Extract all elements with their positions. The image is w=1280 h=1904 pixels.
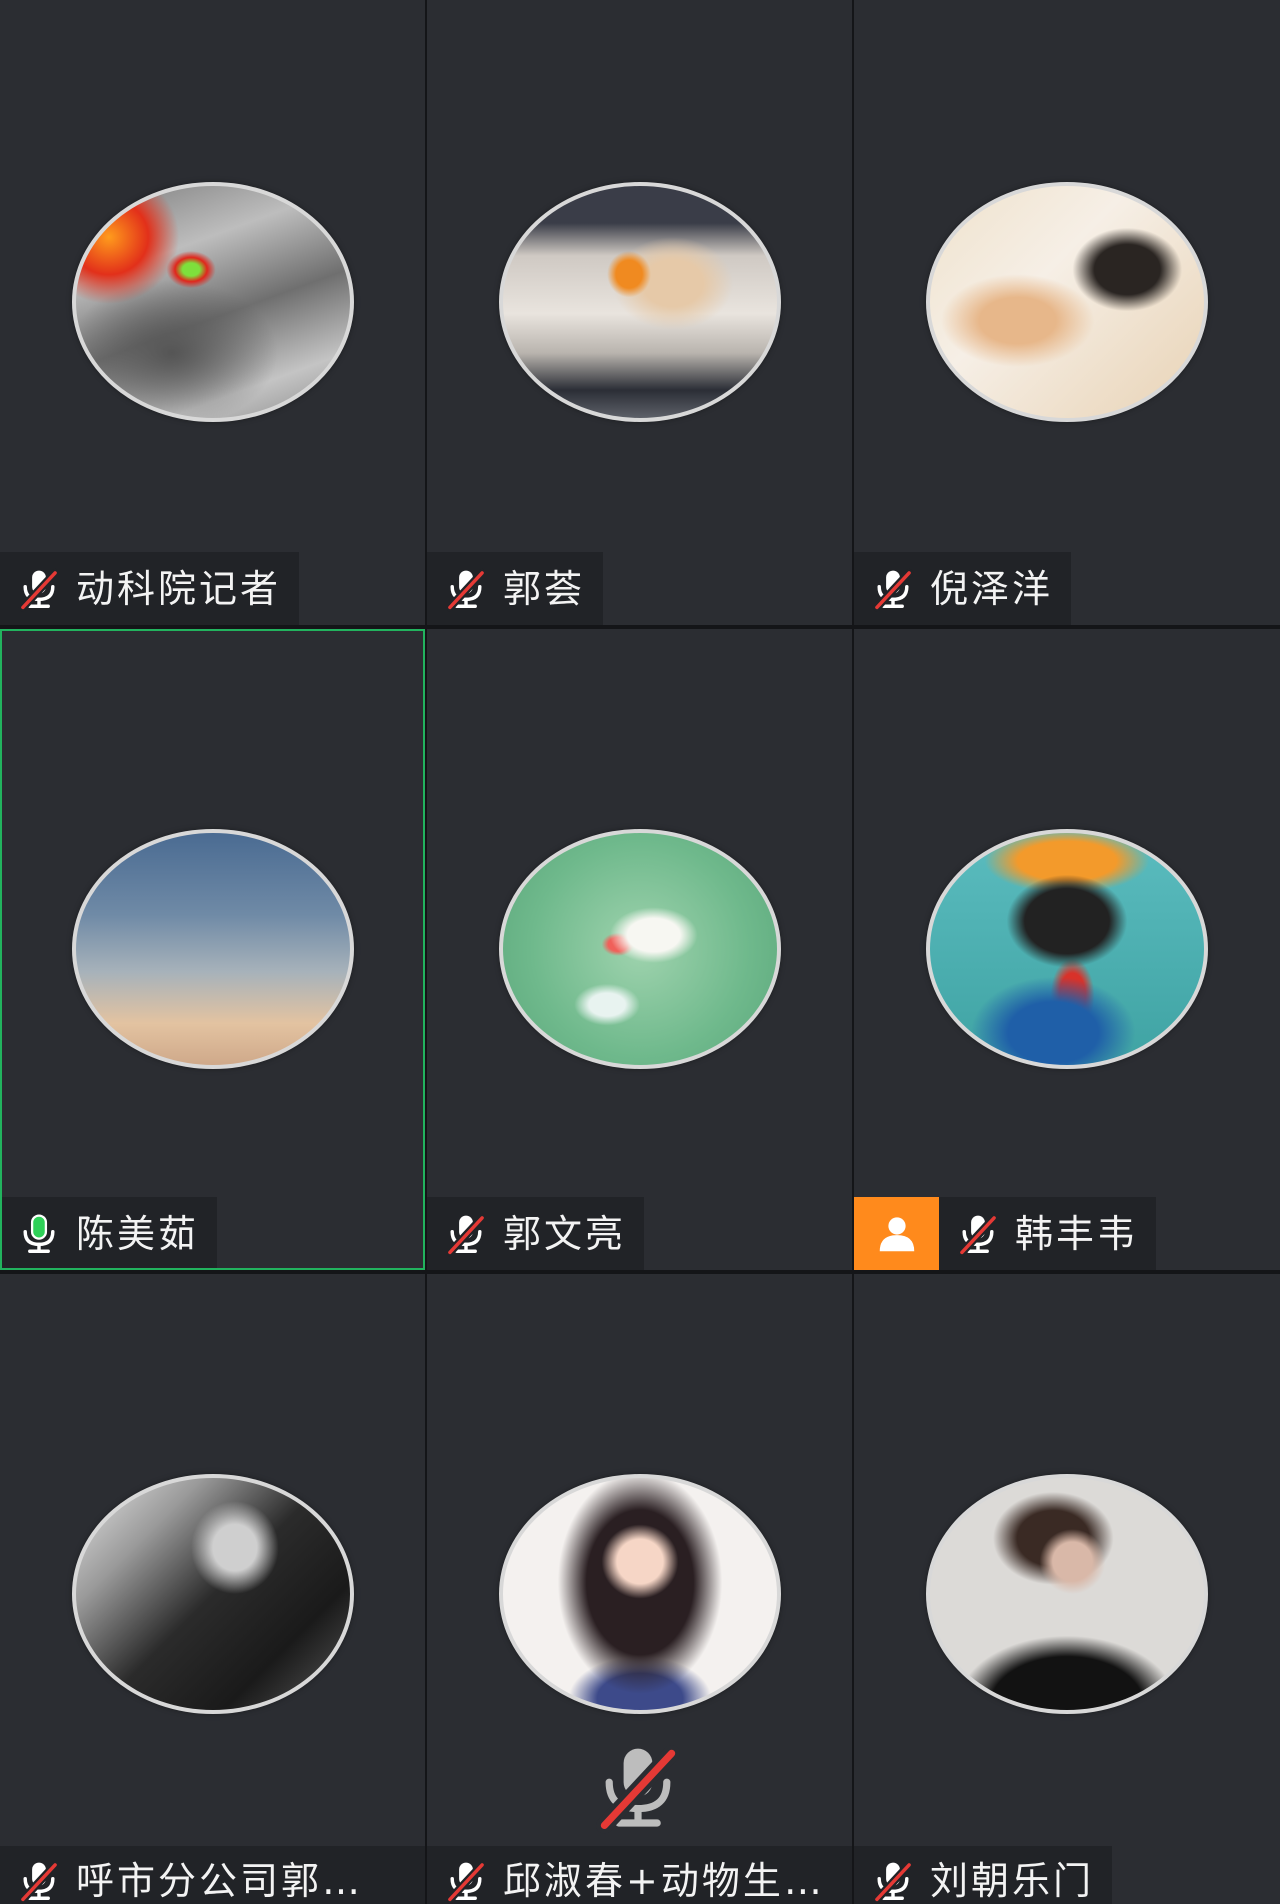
- participant-name: 陈美茹: [76, 1211, 200, 1256]
- avatar: [926, 829, 1208, 1069]
- avatar: [72, 182, 354, 422]
- participant-tile[interactable]: 郭文亮: [427, 629, 852, 1270]
- participant-label: 陈美茹: [0, 1197, 218, 1270]
- meeting-video-grid: 动科院记者 郭荟 倪泽洋 陈美茹 郭文亮 韩丰韦 呼市分公司郭… 邱淑春+动物生…: [0, 0, 1280, 1904]
- participant-label: 邱淑春+动物生…: [427, 1846, 852, 1904]
- participant-name: 倪泽洋: [930, 566, 1054, 611]
- participant-label: 呼市分公司郭…: [0, 1846, 425, 1904]
- mic-muted-icon[interactable]: [590, 1739, 686, 1835]
- avatar: [926, 182, 1208, 422]
- participant-name: 邱淑春+动物生…: [503, 1859, 825, 1903]
- participant-tile[interactable]: 呼市分公司郭…: [0, 1274, 425, 1904]
- participant-tile[interactable]: 刘朝乐门: [854, 1274, 1280, 1904]
- avatar: [926, 1474, 1208, 1714]
- mic-muted-icon: [870, 1858, 916, 1904]
- avatar: [72, 1474, 354, 1714]
- participant-name: 呼市分公司郭…: [76, 1859, 364, 1903]
- avatar: [499, 829, 781, 1069]
- person-icon: [874, 1211, 920, 1257]
- participant-name: 刘朝乐门: [930, 1859, 1095, 1903]
- person-badge: [854, 1197, 939, 1270]
- mic-muted-icon: [443, 1858, 489, 1904]
- mic-muted-icon: [870, 566, 916, 612]
- participant-tile[interactable]: 郭荟: [427, 0, 852, 625]
- participant-label: 动科院记者: [0, 552, 300, 625]
- participant-label: 倪泽洋: [854, 552, 1072, 625]
- participant-name: 郭文亮: [503, 1211, 627, 1256]
- participant-tile-active[interactable]: 陈美茹: [0, 629, 425, 1270]
- avatar: [72, 829, 354, 1069]
- participant-tile[interactable]: 倪泽洋: [854, 0, 1280, 625]
- mic-muted-icon: [443, 566, 489, 612]
- mic-muted-icon: [16, 1858, 62, 1904]
- participant-tile[interactable]: 动科院记者: [0, 0, 425, 625]
- participant-label: 刘朝乐门: [854, 1846, 1113, 1904]
- avatar: [499, 1474, 781, 1714]
- participant-name: 韩丰韦: [1015, 1211, 1139, 1256]
- participant-name: 动科院记者: [76, 566, 282, 611]
- mic-muted-icon: [955, 1211, 1001, 1257]
- participant-label: 郭荟: [427, 552, 604, 625]
- mic-muted-icon: [16, 566, 62, 612]
- mic-muted-icon: [443, 1211, 489, 1257]
- mic-active-icon: [16, 1211, 62, 1257]
- participant-tile[interactable]: 韩丰韦: [854, 629, 1280, 1270]
- avatar: [499, 182, 781, 422]
- participant-name: 郭荟: [503, 566, 586, 611]
- participant-label: 韩丰韦: [854, 1197, 1157, 1270]
- participant-label: 郭文亮: [427, 1197, 645, 1270]
